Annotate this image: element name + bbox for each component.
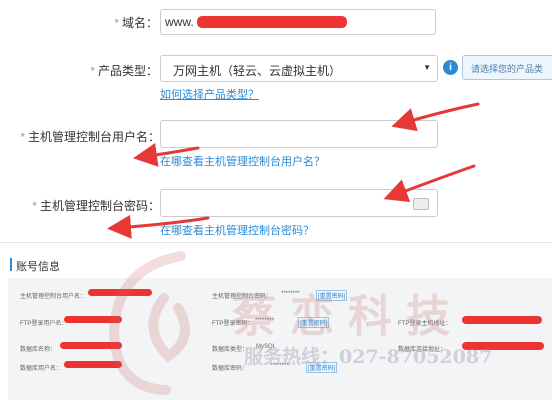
product-hint-tooltip: 请选择您的产品类 bbox=[462, 55, 552, 80]
password-input[interactable] bbox=[160, 189, 438, 217]
section-divider bbox=[0, 242, 552, 243]
password-help-link[interactable]: 在哪查看主机管理控制台密码？ bbox=[160, 222, 314, 238]
redaction-mark bbox=[462, 316, 542, 324]
domain-input[interactable]: www. bbox=[160, 9, 436, 35]
account-section-title: 账号信息 bbox=[16, 261, 60, 273]
password-label: * 主机管理控制台密码： bbox=[32, 199, 160, 213]
info-icon[interactable]: i bbox=[443, 60, 458, 75]
product-type-label: * 产品类型： bbox=[90, 64, 158, 78]
row3-label: 数据库名称： bbox=[20, 347, 57, 353]
domain-label: * 域名： bbox=[114, 16, 158, 30]
watermark-company-name: 蔡恋科技 bbox=[232, 291, 464, 342]
product-type-select[interactable]: 万网主机（轻云、云虚拟主机） ▼ bbox=[160, 55, 438, 82]
watermark-logo-icon bbox=[108, 251, 191, 395]
product-type-help-link[interactable]: 如何选择产品类型？ bbox=[160, 86, 259, 102]
username-label: * 主机管理控制台用户名： bbox=[20, 130, 160, 144]
username-input[interactable] bbox=[160, 120, 438, 148]
watermark-hotline: 服务热线：027-87052087 bbox=[244, 346, 493, 368]
keyboard-icon[interactable] bbox=[413, 198, 429, 210]
row4-label: 数据库用户名： bbox=[20, 366, 63, 372]
row1-label: 主机管理控制台用户名： bbox=[20, 294, 87, 300]
chevron-down-icon: ▼ bbox=[423, 63, 431, 72]
redaction-mark bbox=[197, 16, 347, 28]
section-marker bbox=[10, 258, 12, 271]
row2-label: FTP登录用户名： bbox=[20, 321, 68, 327]
username-help-link[interactable]: 在哪查看主机管理控制台用户名？ bbox=[160, 153, 325, 169]
